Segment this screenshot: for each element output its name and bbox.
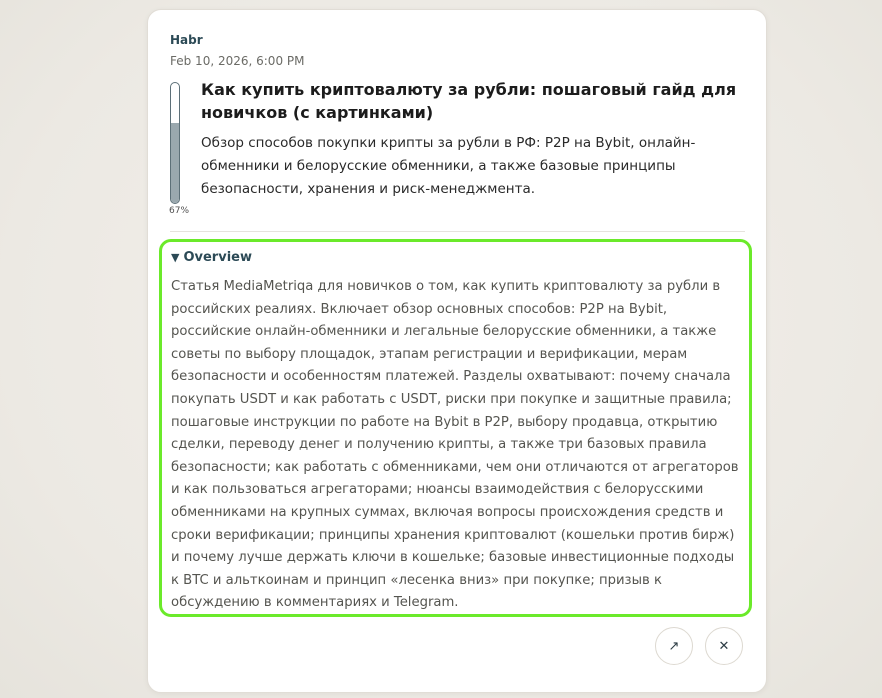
article-description: Обзор способов покупки крипты за рубли в… (201, 135, 696, 197)
overview-toggle[interactable]: ▼ Overview (171, 250, 252, 265)
article-date: Feb 10, 2026, 6:00 PM (170, 54, 305, 68)
overview-label: Overview (183, 250, 252, 265)
reading-progress-label: 67% (169, 206, 190, 216)
external-link-icon: ↗ (668, 638, 680, 654)
article-source: Habr (170, 33, 203, 47)
article-title[interactable]: Как купить криптовалюту за рубли: пошаго… (201, 78, 741, 124)
article-card: Habr Feb 10, 2026, 6:00 PM 67% Как купит… (147, 9, 767, 693)
divider (170, 231, 745, 232)
overview-text: Статья MediaMetriqa для новичков о том, … (171, 279, 739, 611)
reading-progress-bar (170, 82, 180, 204)
reading-progress-fill (171, 122, 179, 203)
close-icon: ✕ (718, 638, 730, 654)
open-external-button[interactable]: ↗ (655, 627, 693, 665)
caret-down-icon: ▼ (171, 251, 180, 264)
close-button[interactable]: ✕ (705, 627, 743, 665)
overview-section: ▼ Overview Статья MediaMetriqa для новичк… (159, 239, 752, 617)
